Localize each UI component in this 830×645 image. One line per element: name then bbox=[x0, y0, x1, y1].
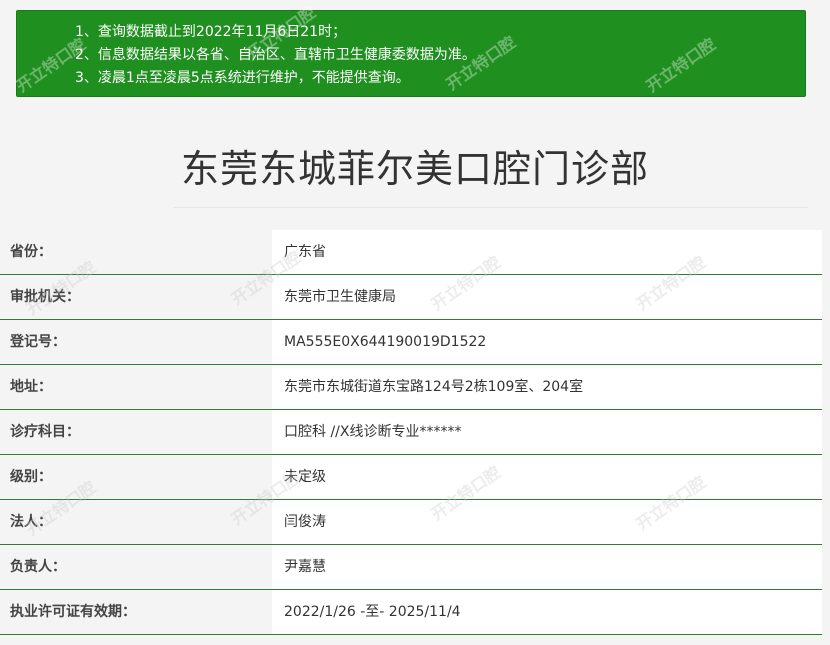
table-row: 执业许可证有效期： 2022/1/26 -至- 2025/11/4 bbox=[0, 590, 822, 635]
row-label-person-in-charge: 负责人： bbox=[0, 545, 272, 589]
row-value-legal-person: 闫俊涛 bbox=[272, 500, 822, 544]
row-value-person-in-charge: 尹嘉慧 bbox=[272, 545, 822, 589]
row-label-address: 地址： bbox=[0, 365, 272, 409]
notice-line-2: 2、信息数据结果以各省、自治区、直辖市卫生健康委数据为准。 bbox=[75, 47, 476, 63]
table-row: 登记号： MA555E0X644190019D1522 bbox=[0, 320, 822, 365]
notice-line-1: 1、查询数据截止到2022年11月6日21时； bbox=[75, 24, 347, 40]
row-label-province: 省份： bbox=[0, 230, 272, 274]
row-value-address: 东莞市东城街道东宝路124号2栋109室、204室 bbox=[272, 365, 822, 409]
row-label-license-validity: 执业许可证有效期： bbox=[0, 590, 272, 634]
table-row: 负责人： 尹嘉慧 bbox=[0, 545, 822, 590]
page-title: 东莞东城菲尔美口腔门诊部 bbox=[180, 147, 649, 191]
notice-banner: 1、查询数据截止到2022年11月6日21时； 2、信息数据结果以各省、自治区、… bbox=[16, 10, 806, 97]
table-row: 法人： 闫俊涛 bbox=[0, 500, 822, 545]
row-value-authority: 东莞市卫生健康局 bbox=[272, 275, 822, 319]
table-row: 审批机关： 东莞市卫生健康局 bbox=[0, 275, 822, 320]
row-value-departments: 口腔科 //X线诊断专业****** bbox=[272, 410, 822, 454]
row-value-registration-number: MA555E0X644190019D1522 bbox=[272, 320, 822, 364]
table-row: 诊疗科目： 口腔科 //X线诊断专业****** bbox=[0, 410, 822, 455]
row-label-level: 级别： bbox=[0, 455, 272, 499]
notice-line-3: 3、凌晨1点至凌晨5点系统进行维护，不能提供查询。 bbox=[75, 70, 410, 86]
info-table: 省份： 广东省 审批机关： 东莞市卫生健康局 登记号： MA555E0X6441… bbox=[0, 230, 822, 635]
row-label-registration-number: 登记号： bbox=[0, 320, 272, 364]
table-row: 级别： 未定级 bbox=[0, 455, 822, 500]
row-label-departments: 诊疗科目： bbox=[0, 410, 272, 454]
row-label-legal-person: 法人： bbox=[0, 500, 272, 544]
row-divider bbox=[0, 634, 822, 635]
row-value-province: 广东省 bbox=[272, 230, 822, 274]
title-divider bbox=[173, 207, 808, 208]
table-row: 地址： 东莞市东城街道东宝路124号2栋109室、204室 bbox=[0, 365, 822, 410]
table-row: 省份： 广东省 bbox=[0, 230, 822, 275]
row-value-level: 未定级 bbox=[272, 455, 822, 499]
row-label-authority: 审批机关： bbox=[0, 275, 272, 319]
row-value-license-validity: 2022/1/26 -至- 2025/11/4 bbox=[272, 590, 822, 634]
